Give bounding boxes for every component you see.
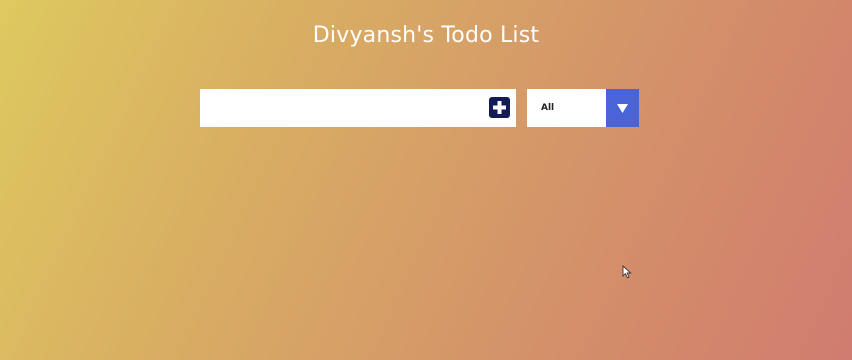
todo-form — [200, 89, 516, 127]
filter-selected-value: All — [541, 103, 555, 113]
todo-input[interactable] — [200, 89, 480, 127]
triangle-down-icon — [617, 104, 628, 113]
filter-select[interactable]: All — [527, 89, 639, 127]
plus-square-icon — [493, 101, 506, 114]
page-title: Divyansh's Todo List — [312, 23, 540, 48]
add-todo-button[interactable] — [489, 97, 510, 118]
mouse-pointer-icon — [622, 264, 632, 283]
filter-dropdown-toggle[interactable] — [606, 89, 639, 127]
